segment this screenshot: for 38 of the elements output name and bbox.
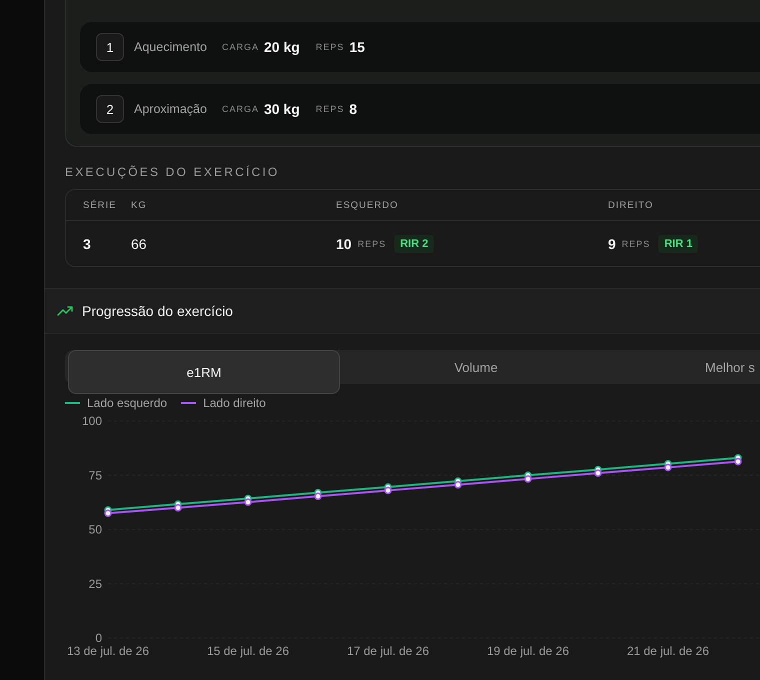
y-axis-label: 100 (82, 414, 102, 428)
reps-label: REPS (316, 104, 344, 114)
legend-label: Lado esquerdo (87, 396, 168, 410)
rir-tag: RIR 2 (394, 234, 434, 252)
reps-value: 9 (608, 236, 616, 252)
x-axis-label: 15 de jul. de 26 (206, 644, 290, 658)
reps-label: REPS (622, 238, 650, 248)
reps-label: REPS (358, 238, 386, 248)
reps-label: REPS (316, 42, 344, 52)
y-axis-label: 75 (88, 468, 102, 482)
y-axis-label: 0 (95, 631, 102, 645)
section-title: Progressão do exercício (82, 303, 233, 319)
x-axis-label: 21 de jul. de 26 (626, 644, 710, 658)
legend-label: Lado direito (203, 396, 266, 410)
reps-value: 8 (349, 101, 358, 117)
load-label: CARGA (222, 104, 259, 114)
column-header: DIREITO (608, 200, 654, 210)
load-value: 20 kg (264, 39, 300, 55)
column-header: SÉRIE (83, 200, 118, 210)
column-header: KG (131, 200, 148, 210)
y-axis-label: 50 (88, 522, 102, 536)
y-axis-label: 25 (88, 576, 102, 591)
x-axis-label: 19 de jul. de 26 (486, 644, 570, 658)
x-axis-label: 17 de jul. de 26 (346, 644, 430, 658)
load-label: CARGA (222, 42, 259, 52)
set-number: 1 (96, 33, 124, 61)
table-cell-text: 66 (131, 236, 148, 252)
load-value: 30 kg (264, 101, 300, 117)
set-type: Aquecimento (134, 40, 207, 54)
column-header: ESQUERDO (336, 200, 400, 210)
rir-tag: RIR 1 (658, 234, 698, 252)
x-axis-label: 13 de jul. de 26 (66, 644, 150, 658)
set-type: Aproximação (134, 102, 207, 116)
table-cell-text: 3 (83, 236, 92, 252)
reps-value: 15 (349, 39, 365, 55)
set-number: 2 (96, 95, 124, 123)
section-title: EXECUÇÕES DO EXERCÍCIO (65, 165, 280, 179)
reps-value: 10 (336, 236, 352, 252)
